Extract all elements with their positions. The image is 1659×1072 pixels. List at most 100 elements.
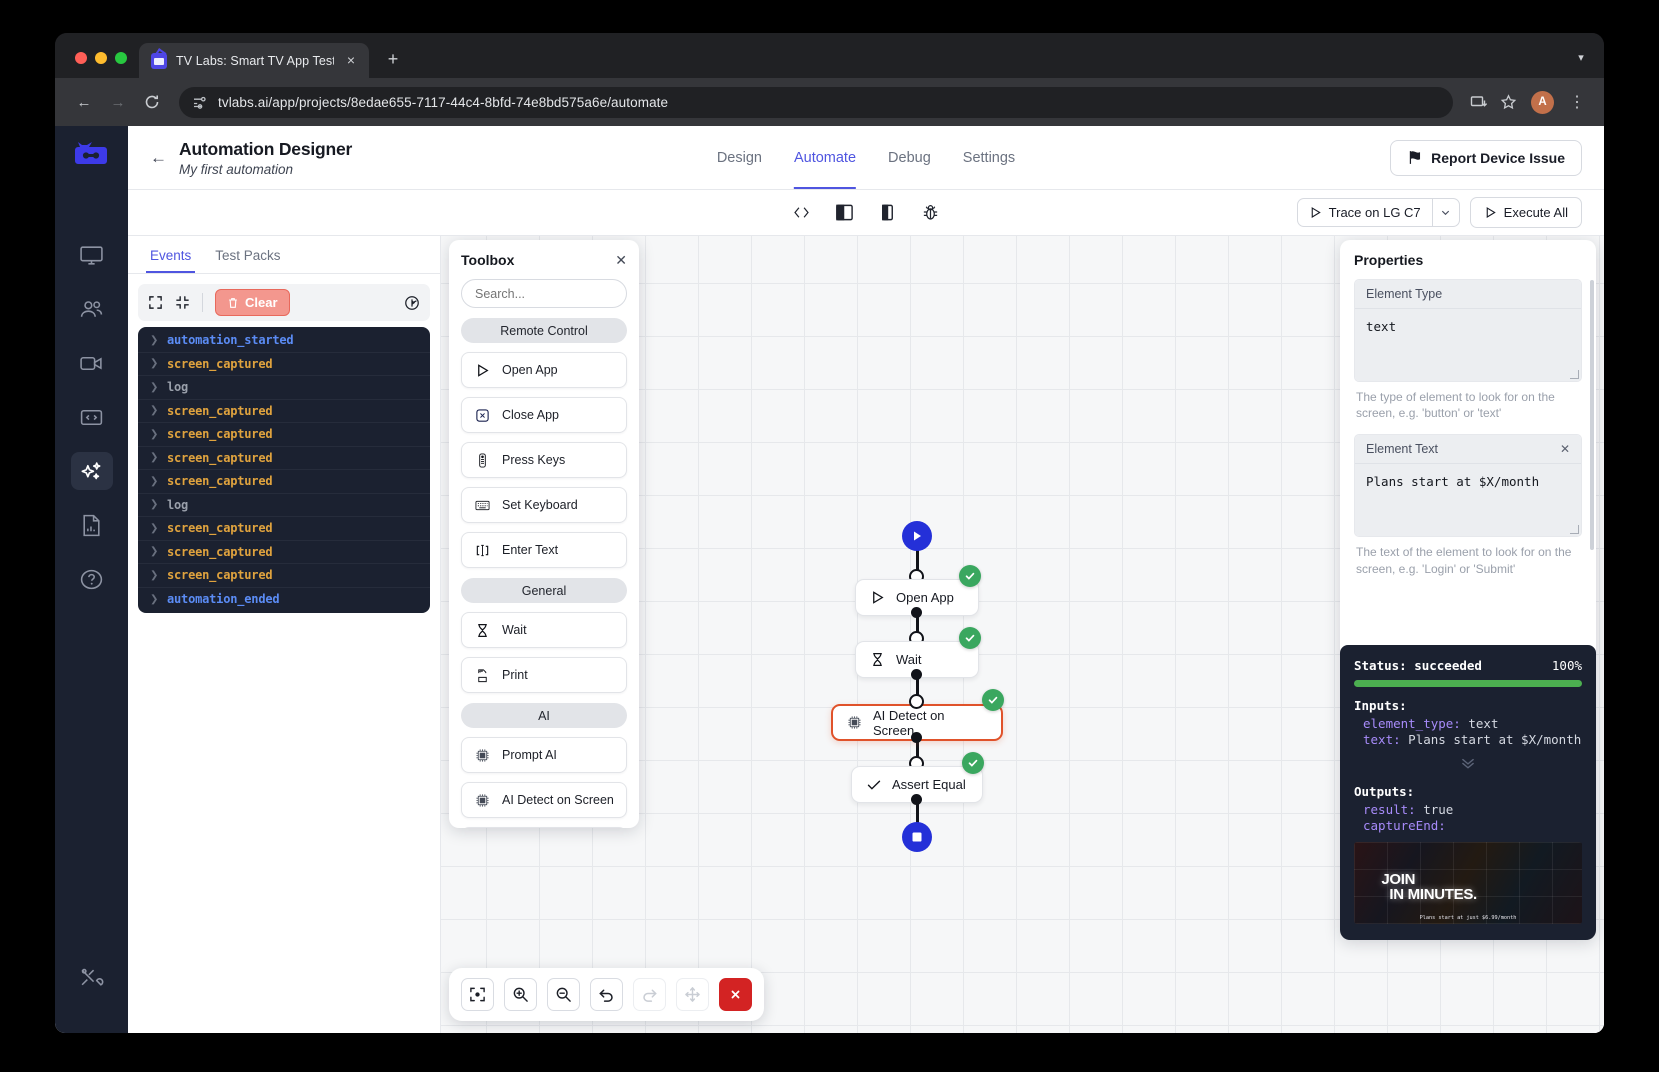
address-bar[interactable]: tvlabs.ai/app/projects/8edae655-7117-44c… (179, 87, 1453, 118)
toolbox-item[interactable]: Print (461, 657, 627, 693)
execute-all-button[interactable]: Execute All (1470, 197, 1582, 228)
event-row[interactable]: ❯screen_captured (138, 517, 430, 541)
sidebar-item-recordings[interactable] (71, 344, 113, 382)
tab-automate[interactable]: Automate (794, 126, 856, 189)
node-output-port[interactable] (911, 669, 922, 680)
profile-avatar[interactable]: A (1531, 91, 1554, 114)
node-output-port[interactable] (911, 732, 922, 743)
event-row[interactable]: ❯screen_captured (138, 400, 430, 424)
toolbox-item[interactable]: Prompt AI (461, 737, 627, 773)
node-input-port[interactable] (909, 694, 924, 709)
ai-chip-icon (474, 792, 491, 809)
close-icon[interactable]: ✕ (615, 253, 627, 267)
node-output-port[interactable] (911, 794, 922, 805)
event-row[interactable]: ❯automation_started (138, 329, 430, 353)
event-row[interactable]: ❯screen_captured (138, 423, 430, 447)
sidebar-item-reports[interactable] (71, 506, 113, 544)
redo-button[interactable] (633, 978, 666, 1011)
new-tab-button[interactable]: + (379, 46, 407, 74)
event-row[interactable]: ❯screen_captured (138, 564, 430, 588)
flow-canvas[interactable]: Toolbox ✕ Remote ControlOpen AppClose Ap… (441, 236, 1604, 1033)
properties-scrollbar[interactable] (1590, 280, 1594, 550)
trace-dropdown-caret-icon[interactable] (1432, 199, 1459, 226)
browser-tabstrip: TV Labs: Smart TV App Testin × + ▾ (55, 33, 1604, 78)
chevron-right-icon: ❯ (150, 523, 158, 534)
close-tab-icon[interactable]: × (343, 53, 359, 69)
tv-labs-logo[interactable] (75, 142, 109, 170)
tab-settings[interactable]: Settings (963, 126, 1015, 189)
zoom-in-button[interactable] (504, 978, 537, 1011)
expand-all-icon[interactable] (148, 295, 163, 310)
element-type-input[interactable]: text (1355, 309, 1581, 381)
reload-button[interactable] (137, 87, 167, 117)
element-text-input[interactable]: Plans start at $X/month (1355, 464, 1581, 536)
event-row[interactable]: ❯automation_ended (138, 588, 430, 612)
forward-button[interactable]: → (103, 87, 133, 117)
toolbox-item[interactable]: Press Keys (461, 442, 627, 478)
screenshot-headline: JOIN IN MINUTES. (1381, 872, 1477, 903)
toolbox-item[interactable]: Open App (461, 352, 627, 388)
tab-list-chevron-icon[interactable]: ▾ (1568, 46, 1594, 72)
toolbox-item[interactable]: Set Keyboard (461, 487, 627, 523)
toolbox-item[interactable]: AI Detect on Screen (461, 782, 627, 818)
site-settings-icon[interactable] (191, 94, 208, 111)
event-row[interactable]: ❯log (138, 494, 430, 518)
panel-left-icon[interactable] (835, 203, 854, 222)
tab-test-packs[interactable]: Test Packs (207, 236, 288, 273)
minimize-window-button[interactable] (95, 52, 107, 64)
install-app-icon[interactable] (1465, 89, 1491, 115)
start-node[interactable] (902, 521, 932, 551)
end-node[interactable] (902, 822, 932, 852)
sidebar-item-code[interactable] (71, 398, 113, 436)
chevron-right-icon: ❯ (150, 452, 158, 463)
close-box-icon (474, 407, 491, 424)
pan-button[interactable] (676, 978, 709, 1011)
bookmark-star-icon[interactable] (1495, 89, 1521, 115)
sidebar-item-ai-automation[interactable] (71, 452, 113, 490)
debug-bug-icon[interactable] (921, 203, 940, 222)
capture-end-screenshot[interactable]: JOIN IN MINUTES. Plans start at just $6.… (1354, 842, 1582, 924)
toolbox-search-input[interactable] (461, 279, 627, 308)
clear-icon[interactable]: ✕ (1560, 442, 1570, 456)
trace-button[interactable]: Trace on LG C7 (1298, 199, 1432, 226)
toolbox-item[interactable]: Close App (461, 397, 627, 433)
toolbox-item[interactable]: Wait (461, 612, 627, 648)
event-row[interactable]: ❯screen_captured (138, 470, 430, 494)
maximize-window-button[interactable] (115, 52, 127, 64)
toolbox-item[interactable]: AI Detect App Language (461, 827, 627, 828)
events-settings-icon[interactable] (404, 295, 420, 311)
browser-tab[interactable]: TV Labs: Smart TV App Testin × (139, 43, 369, 78)
events-panel: Events Test Packs (128, 236, 441, 1033)
event-row[interactable]: ❯log (138, 376, 430, 400)
zoom-out-button[interactable] (547, 978, 580, 1011)
undo-button[interactable] (590, 978, 623, 1011)
trace-split-button[interactable]: Trace on LG C7 (1297, 198, 1460, 227)
back-arrow-icon[interactable]: ← (150, 148, 167, 168)
tab-events[interactable]: Events (142, 236, 199, 273)
stop-button[interactable] (719, 978, 752, 1011)
collapse-all-icon[interactable] (175, 295, 190, 310)
sidebar-item-devices[interactable] (71, 236, 113, 274)
sidebar-item-tools[interactable] (71, 959, 113, 997)
chrome-menu-icon[interactable]: ⋮ (1564, 89, 1590, 115)
event-row[interactable]: ❯screen_captured (138, 541, 430, 565)
back-button[interactable]: ← (69, 87, 99, 117)
tab-design[interactable]: Design (717, 126, 762, 189)
event-row[interactable]: ❯screen_captured (138, 353, 430, 377)
window-controls[interactable] (67, 52, 139, 78)
expand-chevron-icon[interactable] (1354, 757, 1582, 772)
clear-events-button[interactable]: Clear (215, 289, 290, 316)
close-window-button[interactable] (75, 52, 87, 64)
rail-bottom (55, 959, 128, 997)
events-list[interactable]: ❯automation_started❯screen_captured❯log❯… (138, 327, 430, 613)
fit-view-button[interactable] (461, 978, 494, 1011)
node-output-port[interactable] (911, 607, 922, 618)
report-device-issue-button[interactable]: Report Device Issue (1390, 140, 1582, 176)
sidebar-item-team[interactable] (71, 290, 113, 328)
event-row[interactable]: ❯screen_captured (138, 447, 430, 471)
sidebar-item-help[interactable] (71, 560, 113, 598)
code-view-icon[interactable] (792, 203, 811, 222)
tab-debug[interactable]: Debug (888, 126, 931, 189)
toolbox-item[interactable]: Enter Text (461, 532, 627, 568)
panel-right-icon[interactable] (878, 203, 897, 222)
